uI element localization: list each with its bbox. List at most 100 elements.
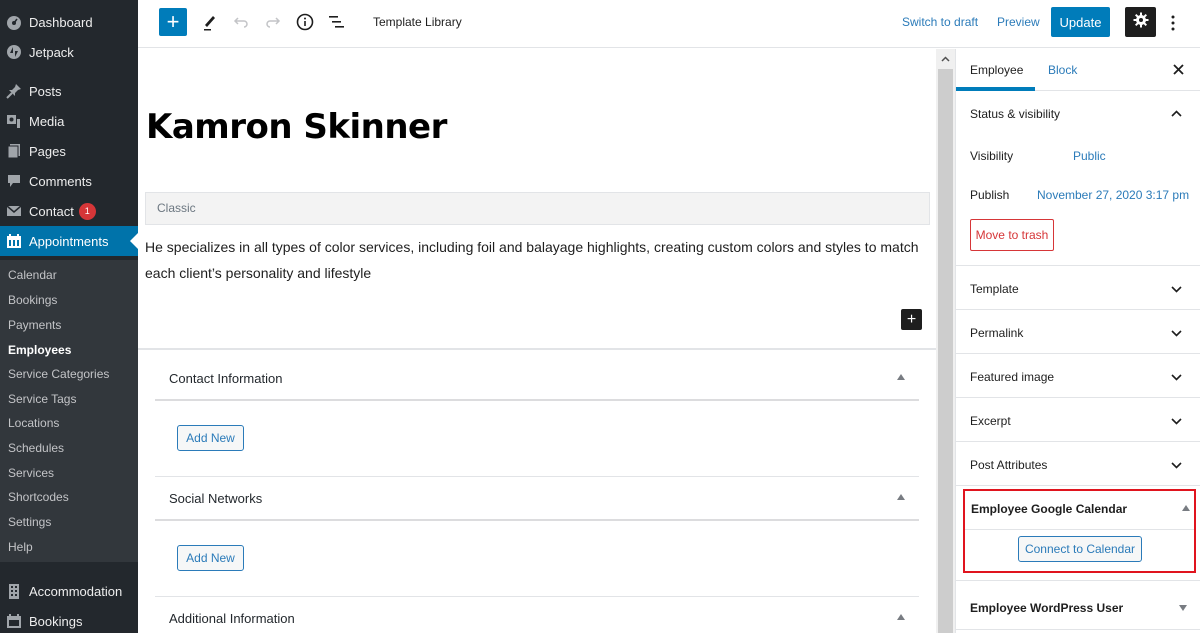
metabox-social-networks-header[interactable]: Social Networks: [155, 477, 919, 521]
active-tab-indicator: [956, 87, 1035, 91]
undo-icon[interactable]: [229, 10, 253, 34]
contact-add-new-button[interactable]: Add New: [177, 425, 244, 451]
menu-item-bookings[interactable]: Bookings: [0, 606, 138, 633]
media-icon: [5, 112, 23, 130]
admin-sidebar: Dashboard Jetpack Posts Media Pages Comm…: [0, 0, 138, 633]
collapse-arrow-icon[interactable]: [897, 494, 905, 500]
scrollbar-thumb[interactable]: [938, 69, 953, 633]
calendar-icon: [5, 612, 23, 630]
settings-toggle-button[interactable]: [1125, 7, 1156, 37]
menu-label: Pages: [29, 143, 66, 159]
menu-item-accommodation[interactable]: Accommodation: [0, 576, 138, 606]
menu-item-dashboard[interactable]: Dashboard: [0, 7, 138, 37]
submenu-shortcodes[interactable]: Shortcodes: [8, 487, 69, 507]
chevron-up-icon[interactable]: [1169, 106, 1183, 120]
move-to-trash-button[interactable]: Move to trash: [970, 219, 1054, 251]
template-panel-toggle[interactable]: Template: [970, 282, 1019, 296]
menu-item-appointments[interactable]: Appointments: [0, 226, 138, 256]
building-icon: [5, 582, 23, 600]
submenu-help[interactable]: Help: [8, 537, 33, 557]
chevron-down-icon[interactable]: [1169, 370, 1183, 384]
menu-label: Dashboard: [29, 14, 93, 30]
editor-toolbar: + Template Library Switch to draft Previ…: [138, 0, 1200, 48]
submenu-service-tags[interactable]: Service Tags: [8, 389, 76, 409]
collapse-arrow-icon[interactable]: [897, 374, 905, 380]
publish-label: Publish: [970, 188, 1010, 202]
metabox-additional-information-header[interactable]: Additional Information: [155, 597, 919, 633]
featured-image-panel-toggle[interactable]: Featured image: [970, 370, 1054, 384]
template-library-button[interactable]: Template Library: [373, 15, 462, 29]
redo-icon[interactable]: [261, 10, 285, 34]
switch-to-draft-button[interactable]: Switch to draft: [902, 15, 978, 29]
menu-label: Appointments: [29, 233, 109, 249]
tab-employee[interactable]: Employee: [970, 63, 1023, 77]
appointments-submenu: Calendar Bookings Payments Employees Ser…: [0, 260, 138, 562]
block-inserter-button[interactable]: +: [901, 309, 922, 330]
sidebar-tabs: Employee Block: [956, 49, 1200, 91]
collapse-arrow-icon[interactable]: [897, 614, 905, 620]
menu-label: Bookings: [29, 613, 83, 629]
menu-label: Contact: [29, 203, 74, 219]
menu-item-contact[interactable]: Contact 1: [0, 196, 138, 226]
tab-block[interactable]: Block: [1048, 63, 1077, 77]
preview-button[interactable]: Preview: [997, 15, 1040, 29]
add-block-button[interactable]: +: [159, 8, 187, 36]
settings-sidebar: Employee Block Status & visibility Visib…: [955, 49, 1200, 633]
scroll-up-arrow-icon[interactable]: [936, 49, 955, 69]
submenu-payments[interactable]: Payments: [8, 315, 61, 335]
chevron-down-icon[interactable]: [1169, 414, 1183, 428]
submenu-service-categories[interactable]: Service Categories: [8, 364, 109, 384]
submenu-calendar[interactable]: Calendar: [8, 265, 57, 285]
collapse-arrow-icon[interactable]: [1182, 505, 1190, 511]
permalink-panel-toggle[interactable]: Permalink: [970, 326, 1023, 340]
calendar-icon: [5, 232, 23, 250]
pages-icon: [5, 142, 23, 160]
menu-item-comments[interactable]: Comments: [0, 166, 138, 196]
submenu-services[interactable]: Services: [8, 463, 54, 483]
menu-label: Jetpack: [29, 44, 74, 60]
post-attributes-panel-toggle[interactable]: Post Attributes: [970, 458, 1047, 472]
update-button[interactable]: Update: [1051, 7, 1110, 37]
menu-item-posts[interactable]: Posts: [0, 76, 138, 106]
menu-label: Media: [29, 113, 65, 129]
connect-to-calendar-button[interactable]: Connect to Calendar: [1018, 536, 1142, 562]
publish-date-toggle[interactable]: November 27, 2020 3:17 pm: [1037, 188, 1189, 202]
employee-wordpress-user-toggle[interactable]: Employee WordPress User: [970, 601, 1123, 615]
excerpt-panel-toggle[interactable]: Excerpt: [970, 414, 1011, 428]
post-title[interactable]: Kamron Skinner: [146, 107, 447, 147]
chevron-down-icon[interactable]: [1169, 326, 1183, 340]
chevron-down-icon[interactable]: [1169, 282, 1183, 296]
classic-block-content[interactable]: He specializes in all types of color ser…: [145, 234, 930, 286]
submenu-bookings[interactable]: Bookings: [8, 290, 57, 310]
submenu-settings[interactable]: Settings: [8, 512, 51, 532]
chevron-down-icon[interactable]: [1169, 458, 1183, 472]
status-visibility-panel-toggle[interactable]: Status & visibility: [970, 107, 1060, 121]
outline-list-icon[interactable]: [325, 10, 349, 34]
submenu-locations[interactable]: Locations: [8, 413, 59, 433]
jetpack-icon: [5, 43, 23, 61]
classic-block-label[interactable]: Classic: [145, 192, 930, 225]
submenu-schedules[interactable]: Schedules: [8, 438, 64, 458]
comment-icon: [5, 172, 23, 190]
metabox-title[interactable]: Employee Google Calendar: [971, 502, 1127, 516]
social-add-new-button[interactable]: Add New: [177, 545, 244, 571]
info-icon[interactable]: [293, 10, 317, 34]
panel-divider: [956, 485, 1200, 486]
employee-google-calendar-metabox: Employee Google Calendar Connect to Cale…: [963, 489, 1196, 573]
submenu-employees[interactable]: Employees: [8, 340, 71, 360]
close-icon[interactable]: [1170, 61, 1186, 77]
expand-arrow-icon[interactable]: [1179, 605, 1187, 611]
editor-scrollbar[interactable]: [936, 49, 955, 633]
panel-divider: [956, 265, 1200, 266]
menu-item-media[interactable]: Media: [0, 106, 138, 136]
edit-pencil-icon[interactable]: [198, 10, 222, 34]
metabox-contact-information-header[interactable]: Contact Information: [155, 357, 919, 401]
block-editor-screen: Dashboard Jetpack Posts Media Pages Comm…: [0, 0, 1200, 633]
metabox-title: Social Networks: [169, 491, 263, 506]
menu-item-jetpack[interactable]: Jetpack: [0, 37, 138, 67]
visibility-toggle[interactable]: Public: [1073, 149, 1106, 163]
metabox-divider: [965, 529, 1194, 530]
menu-item-pages[interactable]: Pages: [0, 136, 138, 166]
more-options-icon[interactable]: [1166, 12, 1180, 34]
editor-canvas: Kamron Skinner Classic He specializes in…: [138, 49, 936, 633]
